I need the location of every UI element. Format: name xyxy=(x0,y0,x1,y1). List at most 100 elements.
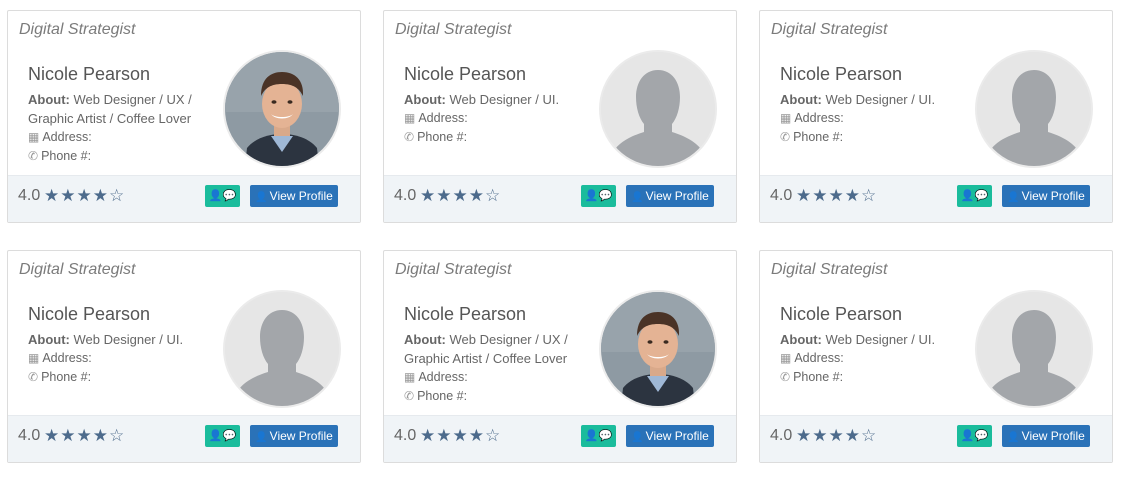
about-label: About: xyxy=(780,92,822,107)
avatar xyxy=(975,50,1093,168)
chat-button[interactable]: 👤💬 xyxy=(581,185,616,207)
rating-stars: ★★★★☆ xyxy=(420,426,501,446)
rating-value: 4.0 xyxy=(18,187,41,204)
view-profile-label: View Profile xyxy=(269,429,333,443)
view-profile-label: View Profile xyxy=(1021,189,1085,203)
profile-role: Digital Strategist xyxy=(19,21,136,38)
phone-label: Phone #: xyxy=(417,389,468,403)
profile-role: Digital Strategist xyxy=(771,261,888,278)
star-filled-icon: ★ xyxy=(796,426,813,445)
star-filled-icon: ★ xyxy=(44,426,61,445)
card-footer: 4.0 ★★★★☆ 👤💬 👤 View Profile xyxy=(384,175,736,222)
user-icon: 👤 xyxy=(631,432,644,443)
star-filled-icon: ★ xyxy=(468,426,485,445)
building-icon: ▦ xyxy=(780,111,792,125)
profile-address: ▦ Address: xyxy=(780,351,844,365)
building-icon: ▦ xyxy=(404,111,416,125)
rating-value: 4.0 xyxy=(770,427,793,444)
card-footer: 4.0 ★★★★☆ 👤💬 👤 View Profile xyxy=(760,175,1112,222)
building-icon: ▦ xyxy=(780,351,792,365)
address-label: Address: xyxy=(42,351,92,365)
profile-phone: ✆ Phone #: xyxy=(404,130,467,144)
user-chat-icon: 👤💬 xyxy=(208,430,237,442)
profile-name: Nicole Pearson xyxy=(404,64,527,84)
profile-about: About: Web Designer / UI. xyxy=(404,90,579,109)
view-profile-label: View Profile xyxy=(645,429,709,443)
profile-name: Nicole Pearson xyxy=(28,64,151,84)
profile-about: About: Web Designer / UX / Graphic Artis… xyxy=(28,90,203,128)
about-text: Web Designer / UI. xyxy=(825,332,936,347)
phone-icon: ✆ xyxy=(780,130,791,144)
star-filled-icon: ★ xyxy=(452,426,469,445)
address-label: Address: xyxy=(418,111,468,125)
profile-about: About: Web Designer / UI. xyxy=(28,330,203,349)
phone-label: Phone #: xyxy=(41,370,92,384)
profile-name: Nicole Pearson xyxy=(28,304,151,324)
rating-stars: ★★★★☆ xyxy=(420,186,501,206)
card-footer: 4.0 ★★★★☆ 👤💬 👤 View Profile xyxy=(8,415,360,462)
rating-stars: ★★★★☆ xyxy=(44,186,125,206)
building-icon: ▦ xyxy=(404,370,416,384)
about-text: Web Designer / UI. xyxy=(825,92,936,107)
profile-phone: ✆ Phone #: xyxy=(780,130,843,144)
avatar xyxy=(223,290,341,408)
star-filled-icon: ★ xyxy=(60,186,77,205)
card-footer: 4.0 ★★★★☆ 👤💬 👤 View Profile xyxy=(384,415,736,462)
chat-button[interactable]: 👤💬 xyxy=(957,425,992,447)
phone-icon: ✆ xyxy=(28,370,39,384)
star-empty-icon: ☆ xyxy=(109,426,126,445)
star-filled-icon: ★ xyxy=(452,186,469,205)
address-label: Address: xyxy=(794,111,844,125)
user-chat-icon: 👤💬 xyxy=(584,430,613,442)
chat-button[interactable]: 👤💬 xyxy=(957,185,992,207)
about-text: Web Designer / UI. xyxy=(449,92,560,107)
building-icon: ▦ xyxy=(28,351,40,365)
profile-card: Digital Strategist Nicole Pearson About: W… xyxy=(759,10,1113,223)
user-icon: 👤 xyxy=(255,192,268,203)
view-profile-button[interactable]: 👤 View Profile xyxy=(626,425,714,447)
phone-icon: ✆ xyxy=(28,149,39,163)
view-profile-button[interactable]: 👤 View Profile xyxy=(626,185,714,207)
star-filled-icon: ★ xyxy=(420,186,437,205)
star-filled-icon: ★ xyxy=(92,426,109,445)
user-icon: 👤 xyxy=(1007,192,1020,203)
star-filled-icon: ★ xyxy=(436,426,453,445)
chat-button[interactable]: 👤💬 xyxy=(205,185,240,207)
star-filled-icon: ★ xyxy=(76,186,93,205)
star-filled-icon: ★ xyxy=(92,186,109,205)
phone-label: Phone #: xyxy=(417,130,468,144)
profile-address: ▦ Address: xyxy=(404,370,468,384)
chat-button[interactable]: 👤💬 xyxy=(581,425,616,447)
profile-about: About: Web Designer / UI. xyxy=(780,330,955,349)
star-filled-icon: ★ xyxy=(844,426,861,445)
address-label: Address: xyxy=(418,370,468,384)
view-profile-label: View Profile xyxy=(1021,429,1085,443)
view-profile-button[interactable]: 👤 View Profile xyxy=(250,185,338,207)
avatar xyxy=(975,290,1093,408)
chat-button[interactable]: 👤💬 xyxy=(205,425,240,447)
view-profile-button[interactable]: 👤 View Profile xyxy=(250,425,338,447)
profile-address: ▦ Address: xyxy=(780,111,844,125)
building-icon: ▦ xyxy=(28,130,40,144)
profile-name: Nicole Pearson xyxy=(780,64,903,84)
star-filled-icon: ★ xyxy=(812,186,829,205)
avatar xyxy=(599,50,717,168)
star-filled-icon: ★ xyxy=(76,426,93,445)
star-filled-icon: ★ xyxy=(468,186,485,205)
phone-label: Phone #: xyxy=(793,370,844,384)
view-profile-button[interactable]: 👤 View Profile xyxy=(1002,185,1090,207)
view-profile-label: View Profile xyxy=(269,189,333,203)
star-filled-icon: ★ xyxy=(844,186,861,205)
rating-value: 4.0 xyxy=(394,427,417,444)
user-icon: 👤 xyxy=(631,192,644,203)
view-profile-label: View Profile xyxy=(645,189,709,203)
star-empty-icon: ☆ xyxy=(861,186,878,205)
profile-card: Digital Strategist Nicole Pearson About: W… xyxy=(7,250,361,463)
address-label: Address: xyxy=(42,130,92,144)
star-filled-icon: ★ xyxy=(420,426,437,445)
profile-phone: ✆ Phone #: xyxy=(28,370,91,384)
view-profile-button[interactable]: 👤 View Profile xyxy=(1002,425,1090,447)
profile-card: Digital Strategist Nicole Pearson About: W… xyxy=(383,10,737,223)
phone-icon: ✆ xyxy=(404,130,415,144)
rating-value: 4.0 xyxy=(770,187,793,204)
